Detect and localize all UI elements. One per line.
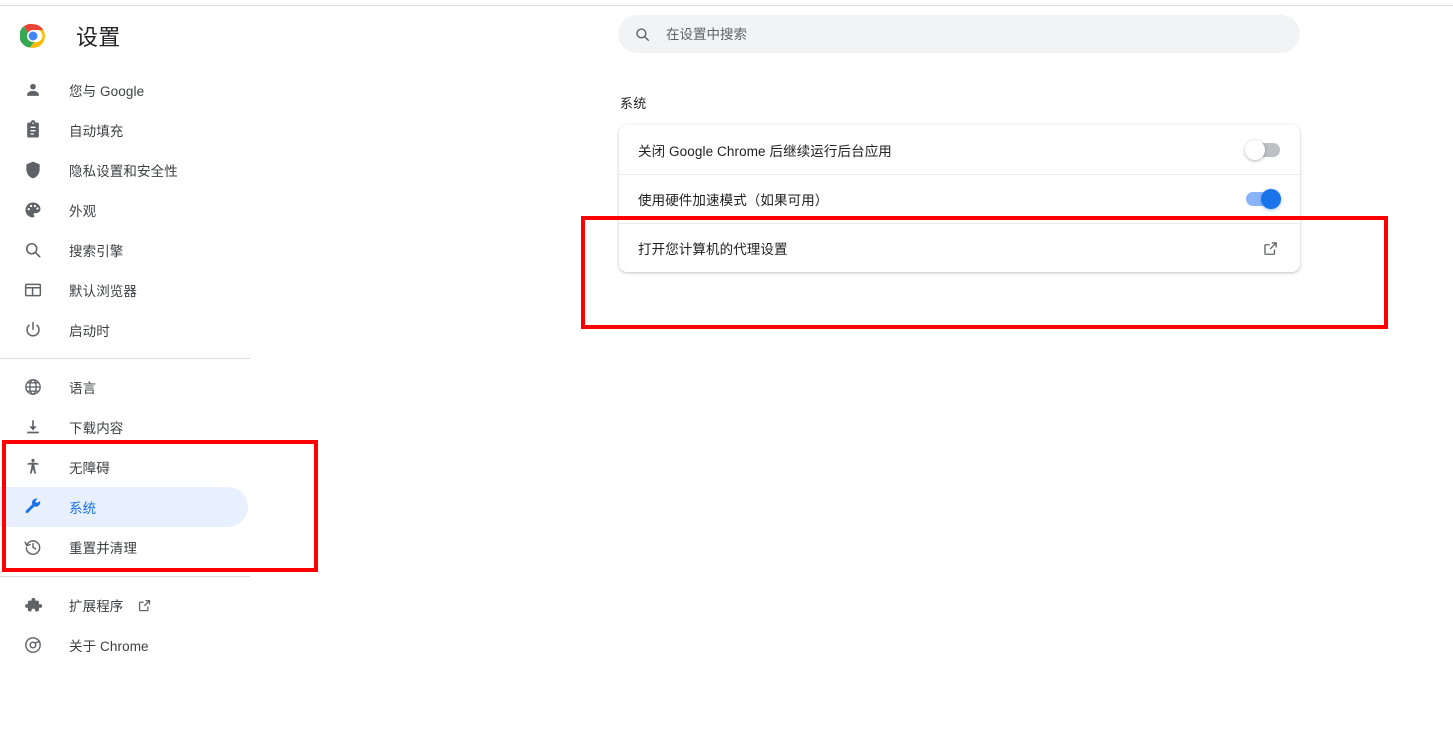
search-input[interactable] <box>666 15 1226 53</box>
sidebar-item-label: 隐私设置和安全性 <box>69 164 178 179</box>
sidebar-item-label: 下载内容 <box>69 421 124 436</box>
puzzle-piece-icon <box>21 593 45 617</box>
toggle-knob <box>1261 189 1281 209</box>
sidebar-item-appearance[interactable]: 外观 <box>0 190 330 230</box>
search-icon <box>634 25 652 43</box>
shield-icon <box>21 158 45 182</box>
sidebar-item-on-startup[interactable]: 启动时 <box>0 310 330 350</box>
sidebar-group-primary: 您与 Google 自动填充 隐私设置和安全性 外观 搜索引擎 默认浏览器 启动… <box>0 70 330 350</box>
history-restore-icon <box>21 535 45 559</box>
background-apps-toggle[interactable] <box>1245 139 1280 160</box>
toggle-knob <box>1245 139 1265 160</box>
setting-label: 关闭 Google Chrome 后继续运行后台应用 <box>638 143 892 159</box>
sidebar-item-reset-cleanup[interactable]: 重置并清理 <box>0 527 330 567</box>
power-icon <box>21 318 45 342</box>
brand-header: 设置 <box>19 20 121 52</box>
setting-label: 打开您计算机的代理设置 <box>638 242 788 257</box>
sidebar-item-label: 语言 <box>69 381 97 396</box>
sidebar-group-advanced: 语言 下载内容 无障碍 系统 重置并清理 <box>0 367 330 567</box>
sidebar-item-label: 默认浏览器 <box>69 284 137 299</box>
setting-row-proxy-settings[interactable]: 打开您计算机的代理设置 <box>619 223 1300 272</box>
accessibility-icon <box>21 455 45 479</box>
setting-row-background-apps[interactable]: 关闭 Google Chrome 后继续运行后台应用 <box>619 125 1300 174</box>
sidebar-divider-2 <box>0 576 250 577</box>
globe-icon <box>21 375 45 399</box>
chrome-logo-icon <box>19 23 46 49</box>
wrench-icon <box>21 495 45 519</box>
sidebar-item-label: 外观 <box>69 204 97 219</box>
system-settings-card: 关闭 Google Chrome 后继续运行后台应用 使用硬件加速模式（如果可用… <box>619 125 1300 272</box>
sidebar-item-about-chrome[interactable]: 关于 Chrome <box>0 625 330 665</box>
sidebar-item-extensions[interactable]: 扩展程序 <box>0 585 330 625</box>
person-icon <box>21 78 45 102</box>
search-bar[interactable] <box>618 15 1300 53</box>
sidebar-item-downloads[interactable]: 下载内容 <box>0 407 330 447</box>
open-in-new-icon[interactable] <box>1262 239 1280 257</box>
sidebar-divider-1 <box>0 358 250 359</box>
sidebar-item-label: 启动时 <box>69 324 110 339</box>
sidebar-item-accessibility[interactable]: 无障碍 <box>0 447 330 487</box>
sidebar-item-label: 扩展程序 <box>69 599 124 614</box>
app-title: 设置 <box>76 25 121 50</box>
setting-row-hardware-acceleration[interactable]: 使用硬件加速模式（如果可用） <box>619 174 1300 223</box>
sidebar-item-label: 关于 Chrome <box>69 639 149 654</box>
sidebar-item-system[interactable]: 系统 <box>0 487 330 527</box>
sidebar-item-label: 自动填充 <box>69 124 124 139</box>
main-content: 系统 关闭 Google Chrome 后继续运行后台应用 使用硬件加速模式（如… <box>330 0 1453 738</box>
download-icon <box>21 415 45 439</box>
chrome-outline-icon <box>21 633 45 657</box>
sidebar-item-label: 无障碍 <box>69 461 110 476</box>
sidebar-group-footer: 扩展程序 关于 Chrome <box>0 585 330 665</box>
search-icon <box>21 238 45 262</box>
sidebar-item-languages[interactable]: 语言 <box>0 367 330 407</box>
sidebar-item-label: 您与 Google <box>69 84 145 99</box>
sidebar-item-you-and-google[interactable]: 您与 Google <box>0 70 330 110</box>
clipboard-icon <box>21 118 45 142</box>
sidebar-item-label: 系统 <box>69 501 97 516</box>
page-title: 系统 <box>620 96 647 111</box>
sidebar-item-label: 重置并清理 <box>69 541 137 556</box>
sidebar-item-default-browser[interactable]: 默认浏览器 <box>0 270 330 310</box>
setting-label: 使用硬件加速模式（如果可用） <box>638 193 829 208</box>
palette-icon <box>21 198 45 222</box>
sidebar-item-autofill[interactable]: 自动填充 <box>0 110 330 150</box>
sidebar: 设置 您与 Google 自动填充 隐私设置和安全性 外观 搜索引擎 默认浏览器… <box>0 0 330 738</box>
sidebar-item-label: 搜索引擎 <box>69 244 124 259</box>
browser-window-icon <box>21 278 45 302</box>
open-in-new-icon[interactable] <box>137 597 153 613</box>
hardware-acceleration-toggle[interactable] <box>1246 189 1281 209</box>
sidebar-item-privacy-security[interactable]: 隐私设置和安全性 <box>0 150 330 190</box>
sidebar-item-search-engine[interactable]: 搜索引擎 <box>0 230 330 270</box>
